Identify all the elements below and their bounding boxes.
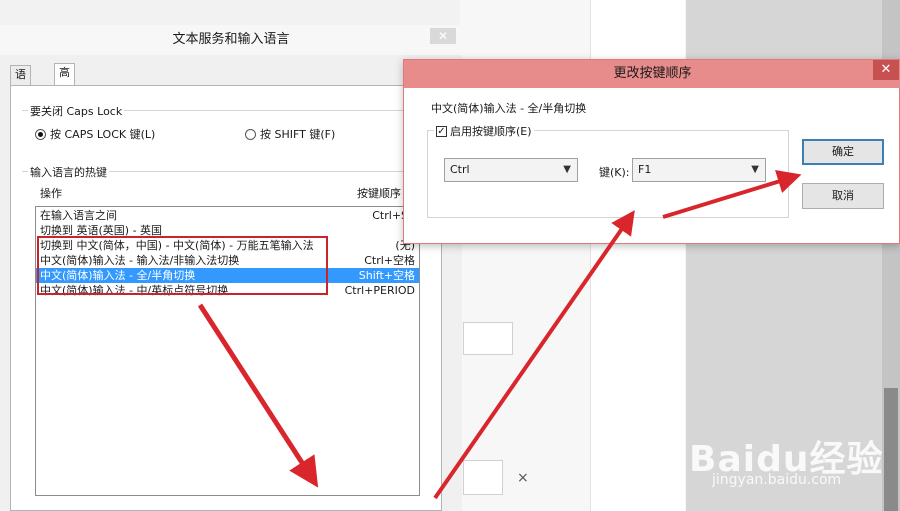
modifier-select[interactable]: Ctrl ▼ (444, 158, 578, 182)
table-row[interactable]: 在输入语言之间 Ctrl+Sh (36, 208, 419, 223)
enable-key-sequence-checkbox[interactable]: ✓ 启用按键顺序(E) (434, 123, 534, 139)
row-key: Shift+空格 (358, 269, 415, 282)
background-close-icon[interactable]: × (517, 470, 529, 486)
radio-shift[interactable]: 按 SHIFT 键(F) (245, 126, 335, 142)
key-select[interactable]: F1 ▼ (632, 158, 766, 182)
radio-caps-lock-label: 按 CAPS LOCK 键(L) (50, 128, 156, 141)
column-header-key-sequence[interactable]: 按键顺序 (357, 185, 401, 201)
key-value: F1 (638, 163, 652, 176)
row-action: 在输入语言之间 (40, 209, 117, 222)
dialog-title: 更改按键顺序 (404, 60, 900, 88)
tab-language-bar[interactable]: 语言栏 (10, 65, 31, 117)
tab-advanced-key-settings[interactable]: 高级键设置 (54, 63, 75, 151)
baidu-watermark-url: jingyan.baidu.com (712, 472, 842, 488)
radio-caps-lock-dot[interactable] (35, 128, 46, 140)
caps-group-title: 要关闭 Caps Lock (28, 103, 125, 119)
change-key-sequence-dialog: 更改按键顺序 ✕ 中文(简体)输入法 - 全/半角切换 ✓ 启用按键顺序(E) … (403, 59, 900, 244)
chevron-down-icon[interactable]: ▼ (751, 159, 759, 181)
annotation-highlight-box (37, 236, 328, 295)
dialog-title: 文本服务和输入语言 (0, 25, 462, 55)
dialog-subtitle: 中文(简体)输入法 - 全/半角切换 (431, 102, 587, 115)
background-input-box[interactable] (463, 322, 513, 355)
modifier-value: Ctrl (450, 163, 470, 176)
background-scrollbar-thumb[interactable] (884, 388, 898, 511)
column-header-action[interactable]: 操作 (40, 185, 62, 201)
radio-shift-dot[interactable] (245, 128, 256, 140)
row-key: Ctrl+空格 (364, 254, 415, 267)
cancel-button[interactable]: 取消 (802, 183, 884, 209)
ok-button[interactable]: 确定 (802, 139, 884, 165)
checkmark-icon[interactable]: ✓ (436, 125, 447, 137)
background-input-box-2[interactable] (463, 460, 503, 495)
row-key: Ctrl+PERIOD (344, 284, 415, 297)
radio-caps-lock[interactable]: 按 CAPS LOCK 键(L) (35, 126, 155, 142)
close-icon[interactable]: ✕ (873, 60, 899, 80)
chevron-down-icon[interactable]: ▼ (563, 159, 571, 181)
radio-shift-label: 按 SHIFT 键(F) (260, 128, 336, 141)
close-icon[interactable]: ✕ (430, 28, 456, 44)
key-label: 键(K): (599, 166, 630, 179)
enable-key-sequence-label: 启用按键顺序(E) (450, 125, 532, 138)
hotkey-group-title: 输入语言的热键 (28, 164, 109, 180)
